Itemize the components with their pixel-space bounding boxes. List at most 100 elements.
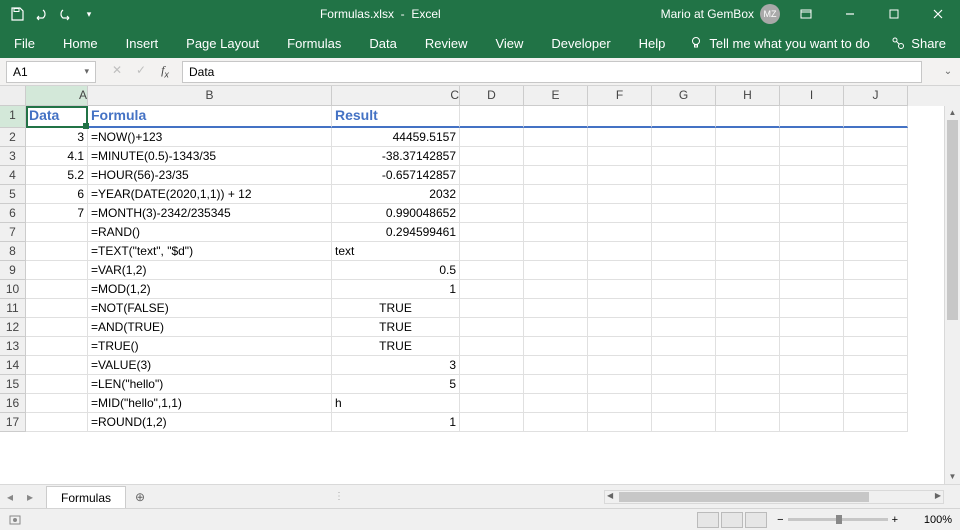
cell[interactable]	[844, 375, 908, 394]
cell[interactable]	[780, 356, 844, 375]
row-header[interactable]: 7	[0, 223, 26, 242]
cell[interactable]	[460, 147, 524, 166]
sheet-tab-formulas[interactable]: Formulas	[46, 486, 126, 508]
cell[interactable]	[652, 185, 716, 204]
cell[interactable]	[844, 280, 908, 299]
cell[interactable]	[26, 299, 88, 318]
cell[interactable]	[524, 185, 588, 204]
cell[interactable]: 3	[332, 356, 460, 375]
cell[interactable]	[716, 166, 780, 185]
cell[interactable]: 1	[332, 413, 460, 432]
cell[interactable]	[844, 185, 908, 204]
row-header-1[interactable]: 1	[0, 106, 26, 128]
cell[interactable]	[588, 356, 652, 375]
cell-A1[interactable]: Data	[26, 106, 88, 128]
cell[interactable]	[716, 223, 780, 242]
row-header[interactable]: 12	[0, 318, 26, 337]
cell[interactable]	[524, 356, 588, 375]
cell[interactable]	[460, 185, 524, 204]
cell[interactable]	[588, 394, 652, 413]
cell[interactable]	[524, 147, 588, 166]
tab-help[interactable]: Help	[625, 28, 680, 58]
cell[interactable]	[780, 185, 844, 204]
cell[interactable]	[588, 318, 652, 337]
scroll-left-icon[interactable]: ◀	[607, 491, 613, 500]
cell[interactable]	[780, 147, 844, 166]
cell[interactable]	[524, 166, 588, 185]
row-header[interactable]: 10	[0, 280, 26, 299]
cell[interactable]	[780, 413, 844, 432]
expand-formula-bar-icon[interactable]: ⌄	[940, 66, 956, 77]
cell[interactable]	[780, 242, 844, 261]
cell[interactable]	[716, 128, 780, 147]
row-header[interactable]: 6	[0, 204, 26, 223]
cell[interactable]: 0.990048652	[332, 204, 460, 223]
cell[interactable]: 1	[332, 280, 460, 299]
tab-home[interactable]: Home	[49, 28, 112, 58]
cell[interactable]	[844, 242, 908, 261]
cell[interactable]	[652, 242, 716, 261]
col-header-F[interactable]: F	[588, 86, 652, 106]
cell[interactable]: 5.2	[26, 166, 88, 185]
qat-customize-icon[interactable]: ▾	[78, 3, 100, 25]
cell-C1[interactable]: Result	[332, 106, 460, 128]
cell[interactable]	[26, 337, 88, 356]
enter-formula-icon[interactable]: ✓	[130, 63, 152, 79]
cell[interactable]	[780, 128, 844, 147]
cell[interactable]	[588, 128, 652, 147]
cell[interactable]: =VAR(1,2)	[88, 261, 332, 280]
cell[interactable]	[652, 318, 716, 337]
row-header[interactable]: 16	[0, 394, 26, 413]
tab-data[interactable]: Data	[355, 28, 410, 58]
cell[interactable]	[524, 204, 588, 223]
col-header-B[interactable]: B	[88, 86, 332, 106]
cell[interactable]	[26, 242, 88, 261]
cell[interactable]	[460, 280, 524, 299]
cell[interactable]	[460, 375, 524, 394]
formula-input[interactable]: Data	[182, 61, 922, 83]
col-header-A[interactable]: A	[26, 86, 88, 106]
vertical-scrollbar[interactable]: ▲ ▼	[944, 106, 960, 484]
cell[interactable]: =ROUND(1,2)	[88, 413, 332, 432]
cell[interactable]	[460, 166, 524, 185]
cell[interactable]	[588, 147, 652, 166]
cell[interactable]: 3	[26, 128, 88, 147]
cell[interactable]	[460, 242, 524, 261]
name-box[interactable]: A1▾	[6, 61, 96, 83]
cell[interactable]	[588, 185, 652, 204]
cell[interactable]	[26, 280, 88, 299]
row-header[interactable]: 17	[0, 413, 26, 432]
cell[interactable]	[780, 261, 844, 280]
cell[interactable]	[652, 394, 716, 413]
cell[interactable]: 5	[332, 375, 460, 394]
cell[interactable]	[588, 261, 652, 280]
cell[interactable]	[524, 413, 588, 432]
cell[interactable]: 0.294599461	[332, 223, 460, 242]
cell[interactable]	[460, 413, 524, 432]
cell[interactable]: =TRUE()	[88, 337, 332, 356]
sheet-nav-prev[interactable]: ◂	[0, 490, 20, 504]
cell[interactable]: =AND(TRUE)	[88, 318, 332, 337]
cell[interactable]	[460, 261, 524, 280]
sheet-nav-next[interactable]: ▸	[20, 490, 40, 504]
row-header[interactable]: 13	[0, 337, 26, 356]
cell[interactable]	[844, 413, 908, 432]
col-header-G[interactable]: G	[652, 86, 716, 106]
share-button[interactable]: Share	[891, 36, 960, 51]
cell[interactable]: =MINUTE(0.5)-1343/35	[88, 147, 332, 166]
cell[interactable]	[716, 299, 780, 318]
cell[interactable]	[652, 204, 716, 223]
cell[interactable]: =HOUR(56)-23/35	[88, 166, 332, 185]
cell[interactable]	[588, 280, 652, 299]
scroll-down-icon[interactable]: ▼	[945, 470, 960, 484]
chevron-down-icon[interactable]: ▾	[84, 66, 89, 77]
scroll-up-icon[interactable]: ▲	[945, 106, 960, 120]
tab-page-layout[interactable]: Page Layout	[172, 28, 273, 58]
cell[interactable]	[780, 204, 844, 223]
row-header[interactable]: 11	[0, 299, 26, 318]
row-header[interactable]: 9	[0, 261, 26, 280]
col-header-E[interactable]: E	[524, 86, 588, 106]
cell[interactable]	[588, 413, 652, 432]
cell[interactable]: h	[332, 394, 460, 413]
cell[interactable]	[716, 147, 780, 166]
